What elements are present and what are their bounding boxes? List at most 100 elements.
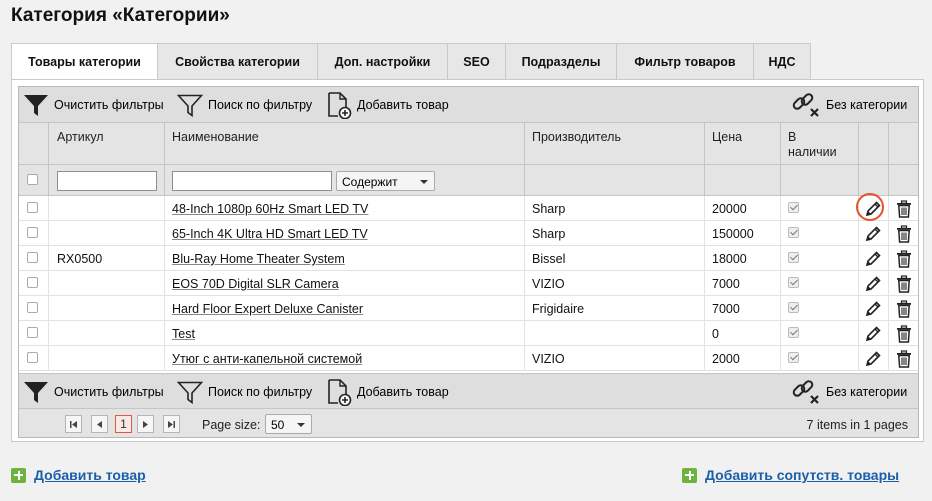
sku-filter-input[interactable] <box>57 171 157 191</box>
row-edit-button[interactable] <box>864 350 882 373</box>
row-in-stock-checkbox[interactable] <box>788 277 799 288</box>
add-product-toolbar-label: Добавить товар <box>357 384 449 399</box>
next-page-button[interactable] <box>137 415 154 433</box>
row-delete-button[interactable] <box>896 200 912 223</box>
first-page-button[interactable] <box>65 415 82 433</box>
page-size-select[interactable]: 50 <box>265 414 312 434</box>
funnel-outline-icon <box>177 94 203 117</box>
name-filter-mode-value: Содержит <box>342 175 398 189</box>
row-select-checkbox[interactable] <box>27 327 38 338</box>
pencil-icon <box>865 301 881 317</box>
row-delete-button[interactable] <box>896 225 912 248</box>
tab-category-properties[interactable]: Свойства категории <box>157 43 318 79</box>
row-name-link[interactable]: Blu-Ray Home Theater System <box>172 252 345 266</box>
row-edit-button[interactable] <box>864 225 882 248</box>
row-edit-button[interactable] <box>864 275 882 298</box>
row-delete-button[interactable] <box>896 350 912 373</box>
row-select-checkbox[interactable] <box>27 302 38 313</box>
trash-icon <box>897 200 911 218</box>
row-in-stock-checkbox[interactable] <box>788 227 799 238</box>
tab-vat[interactable]: НДС <box>753 43 811 79</box>
row-edit-button[interactable] <box>864 300 882 323</box>
row-select-checkbox[interactable] <box>27 227 38 238</box>
page-size-label: Page size: <box>202 418 261 432</box>
row-delete-button[interactable] <box>896 325 912 348</box>
clear-filters-button-bottom[interactable]: Очистить фильтры <box>23 374 164 409</box>
row-name-link[interactable]: Test <box>172 327 195 341</box>
row-in-stock-checkbox[interactable] <box>788 352 799 363</box>
chevron-down-icon <box>297 423 305 427</box>
row-edit-button[interactable] <box>864 325 882 348</box>
row-in-stock-checkbox[interactable] <box>788 252 799 263</box>
row-name-link[interactable]: Hard Floor Expert Deluxe Canister <box>172 302 363 316</box>
row-edit-button[interactable] <box>864 250 882 273</box>
pencil-icon <box>865 326 881 342</box>
add-product-toolbar-button[interactable]: Добавить товар <box>326 87 449 122</box>
row-name-link[interactable]: 48-Inch 1080p 60Hz Smart LED TV <box>172 202 368 216</box>
prev-page-button[interactable] <box>91 415 108 433</box>
row-manufacturer: VIZIO <box>532 352 565 366</box>
row-price: 0 <box>712 327 719 341</box>
pencil-icon <box>865 226 881 242</box>
funnel-outline-icon <box>177 381 203 404</box>
column-header-manufacturer[interactable]: Производитель <box>532 130 621 145</box>
tab-category-products[interactable]: Товары категории <box>11 43 158 80</box>
row-name-link[interactable]: EOS 70D Digital SLR Camera <box>172 277 339 291</box>
add-product-footer-label: Добавить товар <box>34 467 146 483</box>
row-in-stock-checkbox[interactable] <box>788 302 799 313</box>
select-all-checkbox[interactable] <box>27 174 38 185</box>
row-select-checkbox[interactable] <box>27 252 38 263</box>
grid-toolbar-top: Очистить фильтры Поиск по фильтру Добави… <box>19 87 918 123</box>
row-select-checkbox[interactable] <box>27 202 38 213</box>
row-name-link[interactable]: Утюг с анти-капельной системой <box>172 352 362 366</box>
row-delete-button[interactable] <box>896 300 912 323</box>
trash-icon <box>897 225 911 243</box>
trash-icon <box>897 300 911 318</box>
trash-icon <box>897 250 911 268</box>
search-by-filter-label: Поиск по фильтру <box>208 97 313 112</box>
row-delete-button[interactable] <box>896 275 912 298</box>
column-header-sku[interactable]: Артикул <box>57 130 104 145</box>
column-header-in-stock-line2: наличии <box>788 145 837 159</box>
column-header-price[interactable]: Цена <box>712 130 742 145</box>
tab-product-filter[interactable]: Фильтр товаров <box>616 43 754 79</box>
column-header-name[interactable]: Наименование <box>172 130 259 145</box>
unlink-icon <box>792 92 819 117</box>
row-delete-button[interactable] <box>896 250 912 273</box>
search-by-filter-label: Поиск по фильтру <box>208 384 313 399</box>
plus-icon <box>11 467 26 483</box>
tab-seo[interactable]: SEO <box>447 43 506 79</box>
row-in-stock-checkbox[interactable] <box>788 327 799 338</box>
chevron-left-icon <box>97 420 102 428</box>
no-category-label: Без категории <box>826 97 908 112</box>
row-name-link[interactable]: 65-Inch 4K Ultra HD Smart LED TV <box>172 227 368 241</box>
grid-toolbar-bottom: Очистить фильтры Поиск по фильтру Добави… <box>19 373 918 409</box>
click-highlight-ring <box>856 193 884 221</box>
add-product-footer-link[interactable]: Добавить товар <box>11 467 146 483</box>
tab-subsections[interactable]: Подразделы <box>505 43 617 79</box>
search-by-filter-button-bottom[interactable]: Поиск по фильтру <box>177 374 312 409</box>
row-price: 2000 <box>712 352 740 366</box>
row-select-checkbox[interactable] <box>27 352 38 363</box>
add-product-toolbar-button-bottom[interactable]: Добавить товар <box>326 374 449 409</box>
table-row: RX0500 Blu-Ray Home Theater System Bisse… <box>19 246 918 271</box>
name-filter-mode-select[interactable]: Содержит <box>336 171 435 191</box>
page-number-button[interactable]: 1 <box>115 415 132 433</box>
row-select-checkbox[interactable] <box>27 277 38 288</box>
no-category-button[interactable]: Без категории <box>791 87 907 122</box>
tab-extra-settings[interactable]: Доп. настройки <box>317 43 448 79</box>
table-row: 48-Inch 1080p 60Hz Smart LED TV Sharp 20… <box>19 193 918 223</box>
clear-filters-label: Очистить фильтры <box>54 97 164 112</box>
no-category-button-bottom[interactable]: Без категории <box>791 374 907 409</box>
row-in-stock-checkbox[interactable] <box>788 202 799 213</box>
column-header-in-stock[interactable]: В наличии <box>788 130 837 160</box>
funnel-icon <box>24 381 48 403</box>
add-related-products-link[interactable]: Добавить сопутств. товары <box>682 467 899 483</box>
name-filter-input[interactable] <box>172 171 332 191</box>
last-page-button[interactable] <box>163 415 180 433</box>
add-related-products-label: Добавить сопутств. товары <box>705 467 900 483</box>
table-row: Утюг с анти-капельной системой VIZIO 200… <box>19 346 918 371</box>
row-edit-button[interactable] <box>856 193 884 223</box>
clear-filters-button[interactable]: Очистить фильтры <box>23 87 164 122</box>
search-by-filter-button[interactable]: Поиск по фильтру <box>177 87 312 122</box>
